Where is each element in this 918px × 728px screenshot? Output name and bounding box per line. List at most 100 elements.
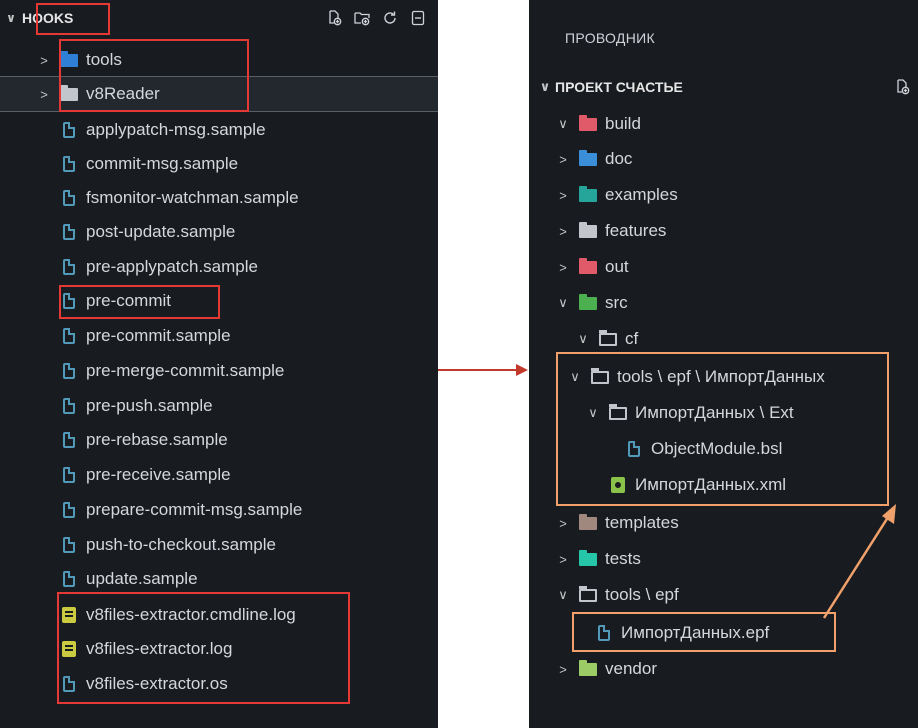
tree-item-label: prepare-commit-msg.sample [86,500,303,519]
tree-item-file[interactable]: pre-merge-commit.sample [0,354,438,388]
tree-item-label: fsmonitor-watchman.sample [86,188,299,207]
tree-item-label: pre-push.sample [86,396,213,415]
tree-item-file[interactable]: v8files-extractor.os [0,667,438,701]
file-icon [598,625,610,641]
refresh-icon[interactable] [382,10,398,26]
tree-item-examples[interactable]: > examples [529,178,918,212]
file-icon [63,432,75,448]
tree-item-file[interactable]: pre-receive.sample [0,458,438,492]
folder-tools-icon [60,50,78,67]
file-icon [63,398,75,414]
folder-tests-icon [579,549,597,566]
tree-item-file[interactable]: pre-commit.sample [0,319,438,353]
arrow-diagonal-icon [822,504,896,619]
chevron-right-icon: > [559,259,567,275]
file-icon [63,259,75,275]
folder-src-icon [579,293,597,310]
chevron-right-icon: > [559,515,567,531]
tree-item-file[interactable]: prepare-commit-msg.sample [0,493,438,527]
tree-item-tools-epf-import[interactable]: ∨ tools \ epf \ ИмпортДанных [529,360,918,394]
tree-item-file[interactable]: applypatch-msg.sample [0,113,438,147]
tree-item-cf[interactable]: ∨ cf [529,322,918,356]
folder-out-icon [579,257,597,274]
folder-vendor-icon [579,659,597,676]
tree-item-src[interactable]: ∨ src [529,286,918,320]
folder-icon [60,84,78,101]
panel-title: ПРОВОДНИК [565,30,655,46]
new-file-icon[interactable] [894,79,910,95]
tree-item-file[interactable]: post-update.sample [0,215,438,249]
chevron-down-icon: ∨ [539,79,551,94]
file-icon [63,156,75,172]
chevron-right-icon: > [559,151,567,167]
tree-item-label: src [605,293,628,312]
tree-item-doc[interactable]: > doc [529,142,918,176]
tree-item-file[interactable]: commit-msg.sample [0,147,438,181]
file-icon [63,537,75,553]
tree-item-label: pre-merge-commit.sample [86,361,285,380]
tree-item-import-xml[interactable]: ИмпортДанных.xml [529,468,918,502]
header-actions [326,10,438,26]
chevron-down-icon: ∨ [558,116,568,131]
tree-item-label: push-to-checkout.sample [86,535,276,554]
tree-item-file[interactable]: fsmonitor-watchman.sample [0,181,438,215]
chevron-right-icon: > [559,661,567,677]
folder-examples-icon [579,185,597,202]
file-icon [63,122,75,138]
chevron-right-icon: > [559,187,567,203]
xml-file-icon [611,477,625,493]
folder-templates-icon [579,513,597,530]
tree-item-v8reader[interactable]: > v8Reader [0,76,438,112]
tree-item-file[interactable]: pre-push.sample [0,389,438,423]
file-icon [63,293,75,309]
tree-item-label: tools \ epf [605,585,679,604]
tree-item-label: tests [605,549,641,568]
tree-item-file[interactable]: update.sample [0,562,438,596]
file-icon [63,467,75,483]
folder-open-icon [579,585,597,602]
tree-item-label: v8Reader [86,84,160,103]
folder-doc-icon [579,149,597,166]
collapse-all-icon[interactable] [410,10,426,26]
log-file-icon [62,607,76,623]
tree-item-label: ИмпортДанных.xml [635,475,787,494]
new-file-icon[interactable] [326,10,342,26]
tree-item-label: applypatch-msg.sample [86,120,266,139]
tree-item-label: v8files-extractor.cmdline.log [86,605,296,624]
tree-item-label: commit-msg.sample [86,154,239,173]
tree-item-objectmodule[interactable]: ObjectModule.bsl [529,432,918,466]
tree-item-label: pre-receive.sample [86,465,231,484]
tree-item-out[interactable]: > out [529,250,918,284]
tree-item-label: out [605,257,629,276]
file-icon [63,571,75,587]
tree-item-label: tools [86,50,122,69]
tree-item-label: cf [625,329,639,348]
tree-item-import-ext[interactable]: ∨ ИмпортДанных \ Ext [529,396,918,430]
tree-item-log[interactable]: v8files-extractor.cmdline.log [0,598,438,632]
file-icon [63,224,75,240]
tree-item-features[interactable]: > features [529,214,918,248]
tree-item-vendor[interactable]: > vendor [529,652,918,686]
tree-item-label: features [605,221,667,240]
tree-item-build[interactable]: ∨ build [529,107,918,141]
file-icon [63,190,75,206]
tree-item-label: pre-rebase.sample [86,430,228,449]
new-folder-icon[interactable] [354,10,370,26]
tree-item-file[interactable]: pre-applypatch.sample [0,250,438,284]
tree-item-log[interactable]: v8files-extractor.log [0,632,438,666]
file-icon [63,502,75,518]
chevron-down-icon: ∨ [588,405,598,420]
section-header-project[interactable]: ∨ ПРОЕКТ СЧАСТЬЕ [529,69,918,105]
tree-item-file[interactable]: pre-rebase.sample [0,423,438,457]
tree-item-label: tools \ epf \ ИмпортДанных [617,367,825,386]
tree-item-label: ИмпортДанных.epf [621,623,770,642]
tree-item-file[interactable]: push-to-checkout.sample [0,528,438,562]
tree-item-label: v8files-extractor.os [86,674,228,693]
tree-item-file[interactable]: pre-commit [0,284,438,318]
section-header-hooks[interactable]: ∨ HOOKS [0,0,438,36]
section-title: HOOKS [22,10,74,26]
tree-item-label: v8files-extractor.log [86,639,233,658]
tree-item-label: post-update.sample [86,222,236,241]
chevron-down-icon: ∨ [570,369,580,384]
tree-item-tools[interactable]: > tools [0,43,438,77]
